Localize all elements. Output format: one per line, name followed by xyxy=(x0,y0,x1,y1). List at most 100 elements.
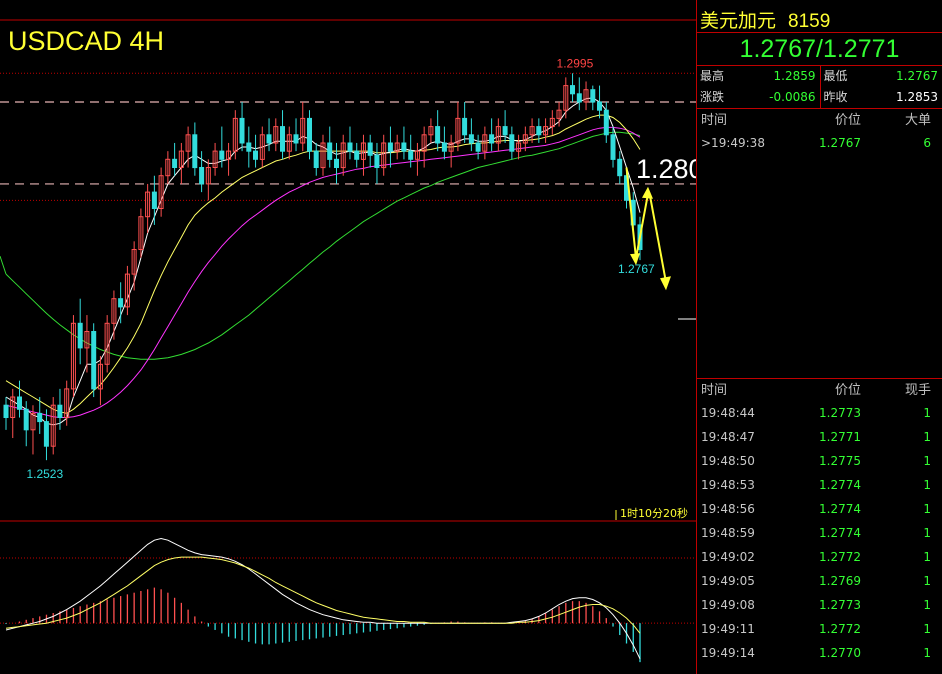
panel-title: 美元加元 8159 xyxy=(697,0,942,33)
table-row[interactable]: 19:49:11 1.2772 1 xyxy=(697,617,942,641)
candle-body xyxy=(280,126,285,152)
chart-grid xyxy=(0,19,696,624)
candle-body xyxy=(219,150,225,160)
column-header: 时间 xyxy=(701,383,728,398)
row-vol: 1 xyxy=(923,454,931,468)
stat-row: 涨跌 -0.0086 昨收 1.2853 xyxy=(697,87,942,108)
row-vol: 1 xyxy=(923,478,931,492)
candle-body xyxy=(441,142,447,152)
price-chart[interactable]: 1.2995 1.2523 1.2767 1.2800 1时10分20秒 USD… xyxy=(0,0,696,674)
candle-body xyxy=(253,150,258,160)
candles xyxy=(3,73,643,461)
stat-value: 1.2767 xyxy=(896,69,938,83)
stat-label: 昨收 xyxy=(823,90,848,104)
instrument-name: 美元加元 xyxy=(700,10,777,32)
table-row[interactable]: 19:48:50 1.2775 1 xyxy=(697,449,942,473)
chart-symbol-title: USDCAD 4H xyxy=(8,26,165,56)
column-header: 大单 xyxy=(904,113,931,128)
candle-body xyxy=(118,298,124,308)
row-price: 1.2773 xyxy=(819,598,861,612)
candle-body xyxy=(266,134,272,144)
candle-body xyxy=(603,109,609,136)
table-row[interactable]: 19:49:05 1.2769 1 xyxy=(697,569,942,593)
candle-body xyxy=(246,142,252,152)
stat-cell: 涨跌 -0.0086 xyxy=(697,87,820,108)
candle-body xyxy=(354,150,360,160)
row-price: 1.2772 xyxy=(819,550,861,564)
candle-body xyxy=(401,142,407,152)
candle-body xyxy=(3,404,9,419)
bar-countdown-label: 1时10分20秒 xyxy=(620,506,688,520)
table-row[interactable]: 19:48:59 1.2774 1 xyxy=(697,521,942,545)
arrow-head-up-icon xyxy=(642,186,653,199)
candle-body xyxy=(37,412,43,423)
row-vol: 1 xyxy=(923,574,931,588)
tick-list-section[interactable]: 时间 价位 现手 19:48:44 1.2773 1 19:48:47 1.2771 1 19:… xyxy=(697,379,942,665)
large-order-list: >19:49:38 1.2767 6 xyxy=(697,131,942,155)
candle-body xyxy=(435,126,441,144)
stat-label: 最低 xyxy=(823,69,848,83)
price-stats: 最高 1.2859 最低 1.2767 涨跌 -0.0086 昨收 1.2853 xyxy=(697,66,942,109)
candle-body xyxy=(374,154,380,168)
table-row[interactable]: 19:48:44 1.2773 1 xyxy=(697,401,942,425)
chart-canvas[interactable]: 1.2995 1.2523 1.2767 1.2800 1时10分20秒 xyxy=(0,0,696,674)
row-time: 19:49:08 xyxy=(701,598,755,612)
column-header: 现手 xyxy=(904,383,931,398)
stat-row: 最高 1.2859 最低 1.2767 xyxy=(697,66,942,87)
row-vol: 1 xyxy=(923,430,931,444)
candle-body xyxy=(408,150,414,160)
candle-body xyxy=(43,421,49,447)
column-header: 价位 xyxy=(834,383,861,398)
macd-panel xyxy=(5,537,641,663)
stat-cell: 最高 1.2859 xyxy=(697,66,820,87)
row-vol: 1 xyxy=(923,646,931,660)
candle-body xyxy=(293,134,299,144)
candle-body xyxy=(468,134,474,144)
row-vol: 1 xyxy=(923,502,931,516)
candle-body xyxy=(334,158,339,169)
table-row[interactable]: >19:49:38 1.2767 6 xyxy=(697,131,942,155)
last-price-label: 1.2767 xyxy=(618,262,655,276)
stat-cell: 昨收 1.2853 xyxy=(819,87,942,108)
arrow-head-down-icon xyxy=(660,276,671,291)
large-order-section[interactable]: 时间 价位 大单 >19:49:38 1.2767 6 xyxy=(697,109,942,379)
candle-body xyxy=(610,134,616,160)
table-row[interactable]: 19:49:14 1.2770 1 xyxy=(697,641,942,665)
candle-body xyxy=(151,191,157,210)
level-1-2800-label: 1.2800 xyxy=(636,154,696,184)
annotations: 1.2995 1.2523 1.2767 1.2800 1时10分20秒 xyxy=(26,56,696,520)
candle-body xyxy=(570,85,575,95)
candle-body xyxy=(17,396,22,410)
stat-value: 1.2859 xyxy=(773,69,816,83)
row-time: 19:49:11 xyxy=(701,622,755,636)
row-vol: 1 xyxy=(923,550,931,564)
row-time: 19:48:53 xyxy=(701,478,755,492)
candle-body xyxy=(313,150,319,169)
candle-body xyxy=(199,167,205,185)
tick-header: 时间 价位 现手 xyxy=(697,381,942,401)
row-time: 19:49:14 xyxy=(701,646,755,660)
table-row[interactable]: 19:49:08 1.2773 1 xyxy=(697,593,942,617)
bid-ask-price: 1.2767/1.2771 xyxy=(697,33,942,66)
row-time: 19:49:02 xyxy=(701,550,755,564)
stat-label: 涨跌 xyxy=(700,90,725,104)
candle-body xyxy=(387,142,393,152)
table-row[interactable]: 19:49:02 1.2772 1 xyxy=(697,545,942,569)
row-price: 1.2772 xyxy=(819,622,861,636)
table-row[interactable]: 19:48:47 1.2771 1 xyxy=(697,425,942,449)
candle-body xyxy=(91,331,97,390)
candle-body xyxy=(462,117,468,136)
row-time: 19:48:47 xyxy=(701,430,755,444)
row-price: 1.2771 xyxy=(819,430,861,444)
instrument-code: 8159 xyxy=(788,11,831,32)
table-row[interactable]: 19:48:56 1.2774 1 xyxy=(697,497,942,521)
row-time: >19:49:38 xyxy=(701,136,765,150)
table-row[interactable]: 19:48:53 1.2774 1 xyxy=(697,473,942,497)
row-price: 1.2774 xyxy=(819,526,861,540)
candle-body xyxy=(502,126,508,136)
row-price: 1.2773 xyxy=(819,406,861,420)
row-price: 1.2775 xyxy=(819,454,861,468)
macd-dif-line xyxy=(5,537,641,660)
candle-body xyxy=(576,93,582,103)
candle-body xyxy=(327,142,333,160)
